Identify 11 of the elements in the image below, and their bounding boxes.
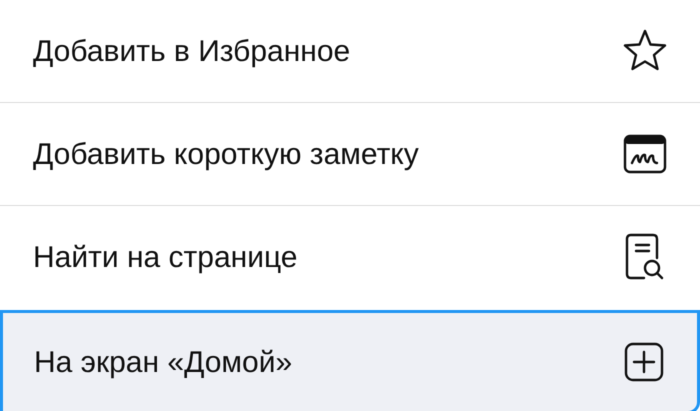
menu-item-label: Добавить короткую заметку	[33, 136, 419, 172]
menu-item[interactable]: Добавить в Избранное	[0, 0, 700, 102]
find-in-page-icon	[624, 232, 666, 282]
menu-item-label: Найти на странице	[33, 240, 298, 276]
menu-item-label: Добавить в Избранное	[33, 34, 350, 70]
menu-item[interactable]: На экран «Домой»	[0, 310, 700, 411]
menu-item[interactable]: Найти на странице	[0, 206, 700, 308]
note-icon	[623, 134, 667, 174]
menu-item[interactable]: Добавить короткую заметку	[0, 103, 700, 205]
add-square-icon	[624, 342, 664, 382]
menu-item-label: На экран «Домой»	[34, 344, 292, 380]
